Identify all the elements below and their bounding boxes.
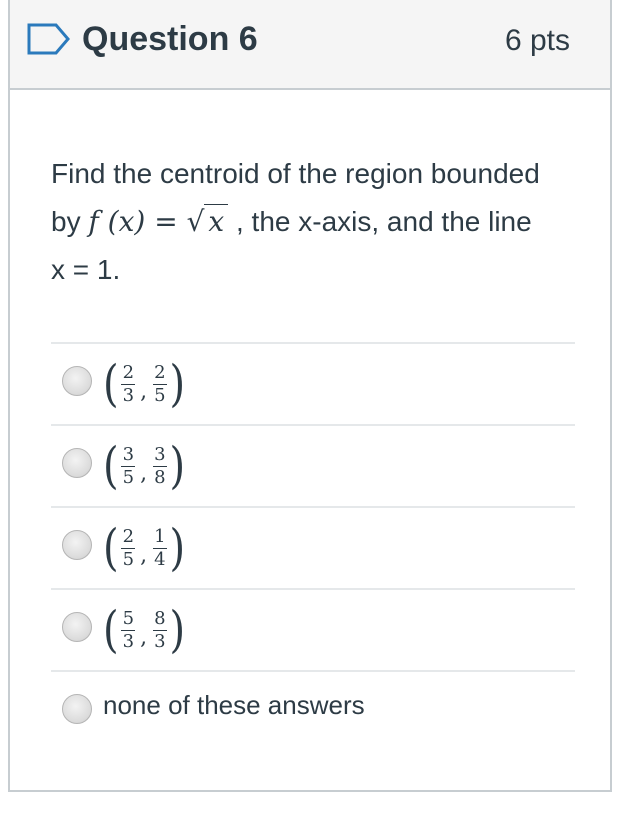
fraction-x: 25 (121, 525, 136, 570)
radio-button[interactable] (62, 366, 92, 396)
answer-option-5[interactable]: none of these answers (51, 670, 575, 752)
fraction-x: 35 (121, 443, 136, 488)
denominator: 5 (122, 466, 135, 488)
answer-coordinates: ( 53 , 83 ) (103, 601, 186, 659)
question-card: Question 6 6 pts Find the centroid of th… (8, 0, 612, 792)
denominator: 8 (154, 466, 166, 488)
math-sqrt-arg: x (204, 204, 229, 238)
math-func-arg: (x) (107, 205, 146, 238)
denominator: 5 (154, 384, 166, 406)
numerator: 8 (154, 607, 166, 629)
denominator: 4 (154, 548, 166, 570)
numerator: 2 (122, 525, 135, 547)
denominator: 3 (122, 384, 135, 406)
answer-option-1[interactable]: ( 23 , 25 ) (51, 342, 575, 424)
answer-list: ( 23 , 25 ) ( 35 , 38 ) ( 25 , 14) (5 … (51, 342, 575, 752)
left-paren: ( (103, 519, 119, 577)
math-equals: = (154, 205, 178, 238)
answer-option-3[interactable]: ( 25 , 14 ) (51, 506, 575, 588)
fraction-y: 38 (152, 443, 167, 488)
none-option-label: none of these answers (103, 690, 365, 720)
question-text: Find the centroid of the region bounded … (51, 150, 541, 294)
right-paren: ) (169, 355, 186, 413)
numerator: 1 (154, 525, 166, 547)
numerator: 3 (154, 443, 166, 465)
denominator: 3 (154, 630, 166, 652)
right-paren: ) (169, 519, 186, 577)
answer-coordinates: ( 25 , 14 ) (103, 519, 186, 577)
left-paren: ( (103, 437, 119, 495)
answer-coordinates: ( 35 , 38 ) (103, 437, 186, 495)
denominator: 5 (122, 548, 135, 570)
numerator: 2 (122, 361, 135, 383)
question-points: 6 pts (504, 24, 570, 57)
fraction-y: 25 (152, 361, 167, 406)
answer-coordinates: ( 23 , 25 ) (103, 355, 186, 413)
numerator: 2 (154, 361, 166, 383)
left-paren: ( (103, 601, 119, 659)
question-title: Question 6 (82, 20, 258, 58)
right-paren: ) (169, 601, 186, 659)
sqrt-sign: √ (186, 205, 205, 238)
radio-button[interactable] (62, 612, 92, 642)
answer-option-4[interactable]: ( 53 , 83 ) (51, 588, 575, 670)
right-paren: ) (169, 437, 186, 495)
fraction-y: 14 (152, 525, 167, 570)
math-func-name: f (88, 205, 99, 238)
radio-button[interactable] (62, 694, 92, 724)
fraction-x: 23 (121, 361, 136, 406)
denominator: 3 (122, 630, 135, 652)
radio-button[interactable] (62, 448, 92, 478)
numerator: 3 (122, 443, 135, 465)
left-paren: ( (103, 355, 119, 413)
numerator: 5 (122, 607, 135, 629)
bookmark-flag-icon[interactable] (26, 22, 72, 56)
question-header: Question 6 6 pts (10, 0, 610, 90)
fraction-y: 83 (152, 607, 167, 652)
fraction-x: 53 (121, 607, 136, 652)
answer-option-2[interactable]: ( 35 , 38 ) (51, 424, 575, 506)
radio-button[interactable] (62, 530, 92, 560)
